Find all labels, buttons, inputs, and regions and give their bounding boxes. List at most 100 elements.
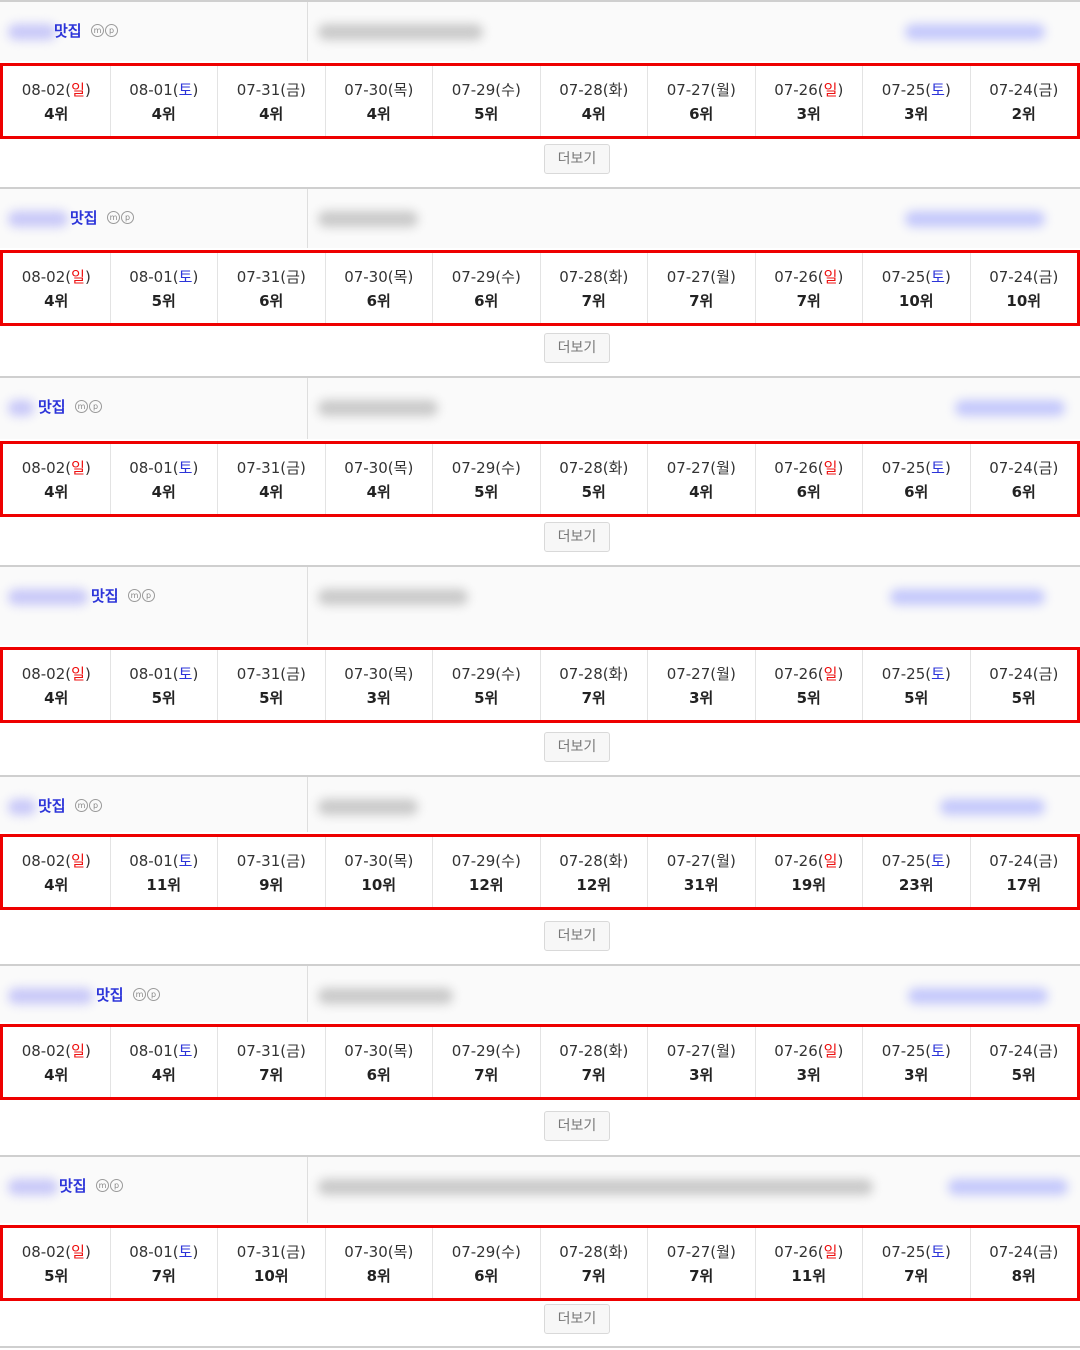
rank-value: 5위 bbox=[44, 1266, 69, 1285]
blurred-place-name bbox=[8, 24, 56, 40]
date-text: 07-25( bbox=[881, 1041, 932, 1060]
rank-date: 07-28(화) bbox=[559, 1041, 629, 1060]
weekday-text: 토 bbox=[178, 1041, 193, 1060]
weekday-text: 금 bbox=[286, 1041, 300, 1060]
date-text: 07-31( bbox=[236, 664, 287, 683]
date-text: 07-26( bbox=[774, 80, 824, 99]
rank-value: 11위 bbox=[791, 1266, 827, 1285]
weekday-text: 수 bbox=[501, 851, 515, 870]
keyword-label[interactable]: 맛집 bbox=[91, 585, 119, 606]
daily-rank-table: 08-02(일) 4위 08-01(토) 4위 07-31(금) 4위 07-30(목) 4위… bbox=[0, 63, 1080, 139]
more-button[interactable]: 더보기 bbox=[544, 333, 610, 363]
rank-date: 07-31(금) bbox=[236, 80, 306, 99]
weekday-text: 수 bbox=[501, 80, 515, 99]
rank-date: 08-02(일) bbox=[21, 851, 91, 870]
more-button[interactable]: 더보기 bbox=[544, 1111, 610, 1141]
rank-value: 5위 bbox=[474, 482, 499, 501]
rank-date: 07-31(금) bbox=[236, 267, 306, 286]
more-button[interactable]: 더보기 bbox=[544, 144, 610, 174]
rank-date: 07-26(일) bbox=[774, 851, 844, 870]
blurred-address bbox=[318, 400, 438, 416]
rank-value: 5위 bbox=[474, 688, 499, 707]
rank-cell: 07-25(토) 3위 bbox=[863, 1027, 971, 1097]
pc-icon: p bbox=[142, 589, 155, 602]
date-text: 08-02( bbox=[21, 1041, 72, 1060]
keyword-label[interactable]: 맛집 bbox=[38, 795, 66, 816]
rank-value: 4위 bbox=[44, 688, 69, 707]
weekday-text: 일 bbox=[71, 664, 85, 683]
rank-value: 3위 bbox=[904, 104, 929, 123]
rank-value: 9위 bbox=[259, 875, 284, 894]
rank-value: 6위 bbox=[259, 291, 284, 310]
date-text: 07-25( bbox=[881, 1242, 932, 1261]
weekday-text: 일 bbox=[823, 851, 838, 870]
pc-icon: p bbox=[89, 400, 102, 413]
rank-value: 4위 bbox=[151, 482, 176, 501]
date-text: 07-28( bbox=[559, 80, 609, 99]
more-button[interactable]: 더보기 bbox=[544, 1304, 610, 1334]
rank-date: 08-02(일) bbox=[21, 1041, 91, 1060]
more-button[interactable]: 더보기 bbox=[544, 732, 610, 762]
date-text: 07-24( bbox=[989, 664, 1039, 683]
rank-value: 5위 bbox=[474, 104, 499, 123]
rank-date: 07-31(금) bbox=[236, 1242, 306, 1261]
rank-cell: 07-26(일) 19위 bbox=[756, 837, 863, 907]
weekday-text: 토 bbox=[931, 1242, 945, 1261]
date-text: 07-26( bbox=[774, 458, 824, 477]
rank-date: 07-29(수) bbox=[451, 664, 521, 683]
rank-date: 08-01(토) bbox=[129, 267, 199, 286]
rank-cell: 07-30(목) 6위 bbox=[326, 253, 433, 323]
date-text: 08-01( bbox=[129, 1041, 179, 1060]
rank-cell: 07-31(금) 7위 bbox=[218, 1027, 326, 1097]
date-text: 07-29( bbox=[451, 1242, 502, 1261]
keyword-label[interactable]: 맛집 bbox=[54, 20, 82, 41]
rank-value: 7위 bbox=[796, 291, 821, 310]
column-divider bbox=[307, 189, 308, 248]
column-divider bbox=[307, 1157, 308, 1223]
blurred-address bbox=[318, 988, 453, 1004]
more-button[interactable]: 더보기 bbox=[544, 522, 610, 552]
weekday-text: 금 bbox=[286, 267, 300, 286]
rank-date: 07-28(화) bbox=[559, 851, 629, 870]
rank-date: 07-28(화) bbox=[559, 458, 629, 477]
blurred-place-name bbox=[8, 799, 36, 815]
date-text: 07-25( bbox=[881, 851, 932, 870]
weekday-text: 수 bbox=[501, 267, 515, 286]
rank-date: 07-24(금) bbox=[989, 1041, 1059, 1060]
rank-cell: 07-25(토) 3위 bbox=[863, 66, 971, 136]
date-text: 07-27( bbox=[666, 851, 717, 870]
weekday-text: 월 bbox=[716, 458, 730, 477]
weekday-text: 월 bbox=[716, 664, 730, 683]
keyword-label[interactable]: 맛집 bbox=[70, 207, 98, 228]
weekday-text: 금 bbox=[1038, 458, 1053, 477]
rank-value: 6위 bbox=[474, 1266, 499, 1285]
weekday-text: 일 bbox=[71, 851, 85, 870]
weekday-text: 일 bbox=[71, 267, 85, 286]
rank-cell: 07-29(수) 12위 bbox=[433, 837, 541, 907]
rank-value: 4위 bbox=[689, 482, 714, 501]
rank-value: 7위 bbox=[904, 1266, 929, 1285]
rank-value: 7위 bbox=[689, 1266, 714, 1285]
date-text: 08-02( bbox=[21, 1242, 72, 1261]
rank-cell: 07-26(일) 11위 bbox=[756, 1228, 863, 1298]
rank-cell: 08-01(토) 4위 bbox=[111, 444, 218, 514]
rank-cell: 07-28(화) 4위 bbox=[541, 66, 648, 136]
daily-rank-table: 08-02(일) 4위 08-01(토) 4위 07-31(금) 7위 07-30(목) 6위… bbox=[0, 1024, 1080, 1100]
weekday-text: 화 bbox=[608, 80, 623, 99]
weekday-text: 화 bbox=[608, 851, 623, 870]
weekday-text: 화 bbox=[608, 267, 623, 286]
keyword-label[interactable]: 맛집 bbox=[59, 1175, 87, 1196]
date-text: 07-30( bbox=[344, 851, 394, 870]
date-text: 07-30( bbox=[344, 1041, 394, 1060]
more-button[interactable]: 더보기 bbox=[544, 921, 610, 951]
blurred-link bbox=[905, 24, 1045, 40]
weekday-text: 목 bbox=[393, 80, 408, 99]
keyword-label[interactable]: 맛집 bbox=[96, 984, 124, 1005]
keyword-label[interactable]: 맛집 bbox=[38, 396, 66, 417]
keyword-header-row: 맛집 m p bbox=[0, 567, 1080, 645]
rank-value: 6위 bbox=[689, 104, 714, 123]
rank-value: 4위 bbox=[44, 1065, 69, 1084]
rank-date: 07-26(일) bbox=[774, 664, 844, 683]
rank-value: 10위 bbox=[253, 1266, 289, 1285]
weekday-text: 월 bbox=[716, 1041, 730, 1060]
